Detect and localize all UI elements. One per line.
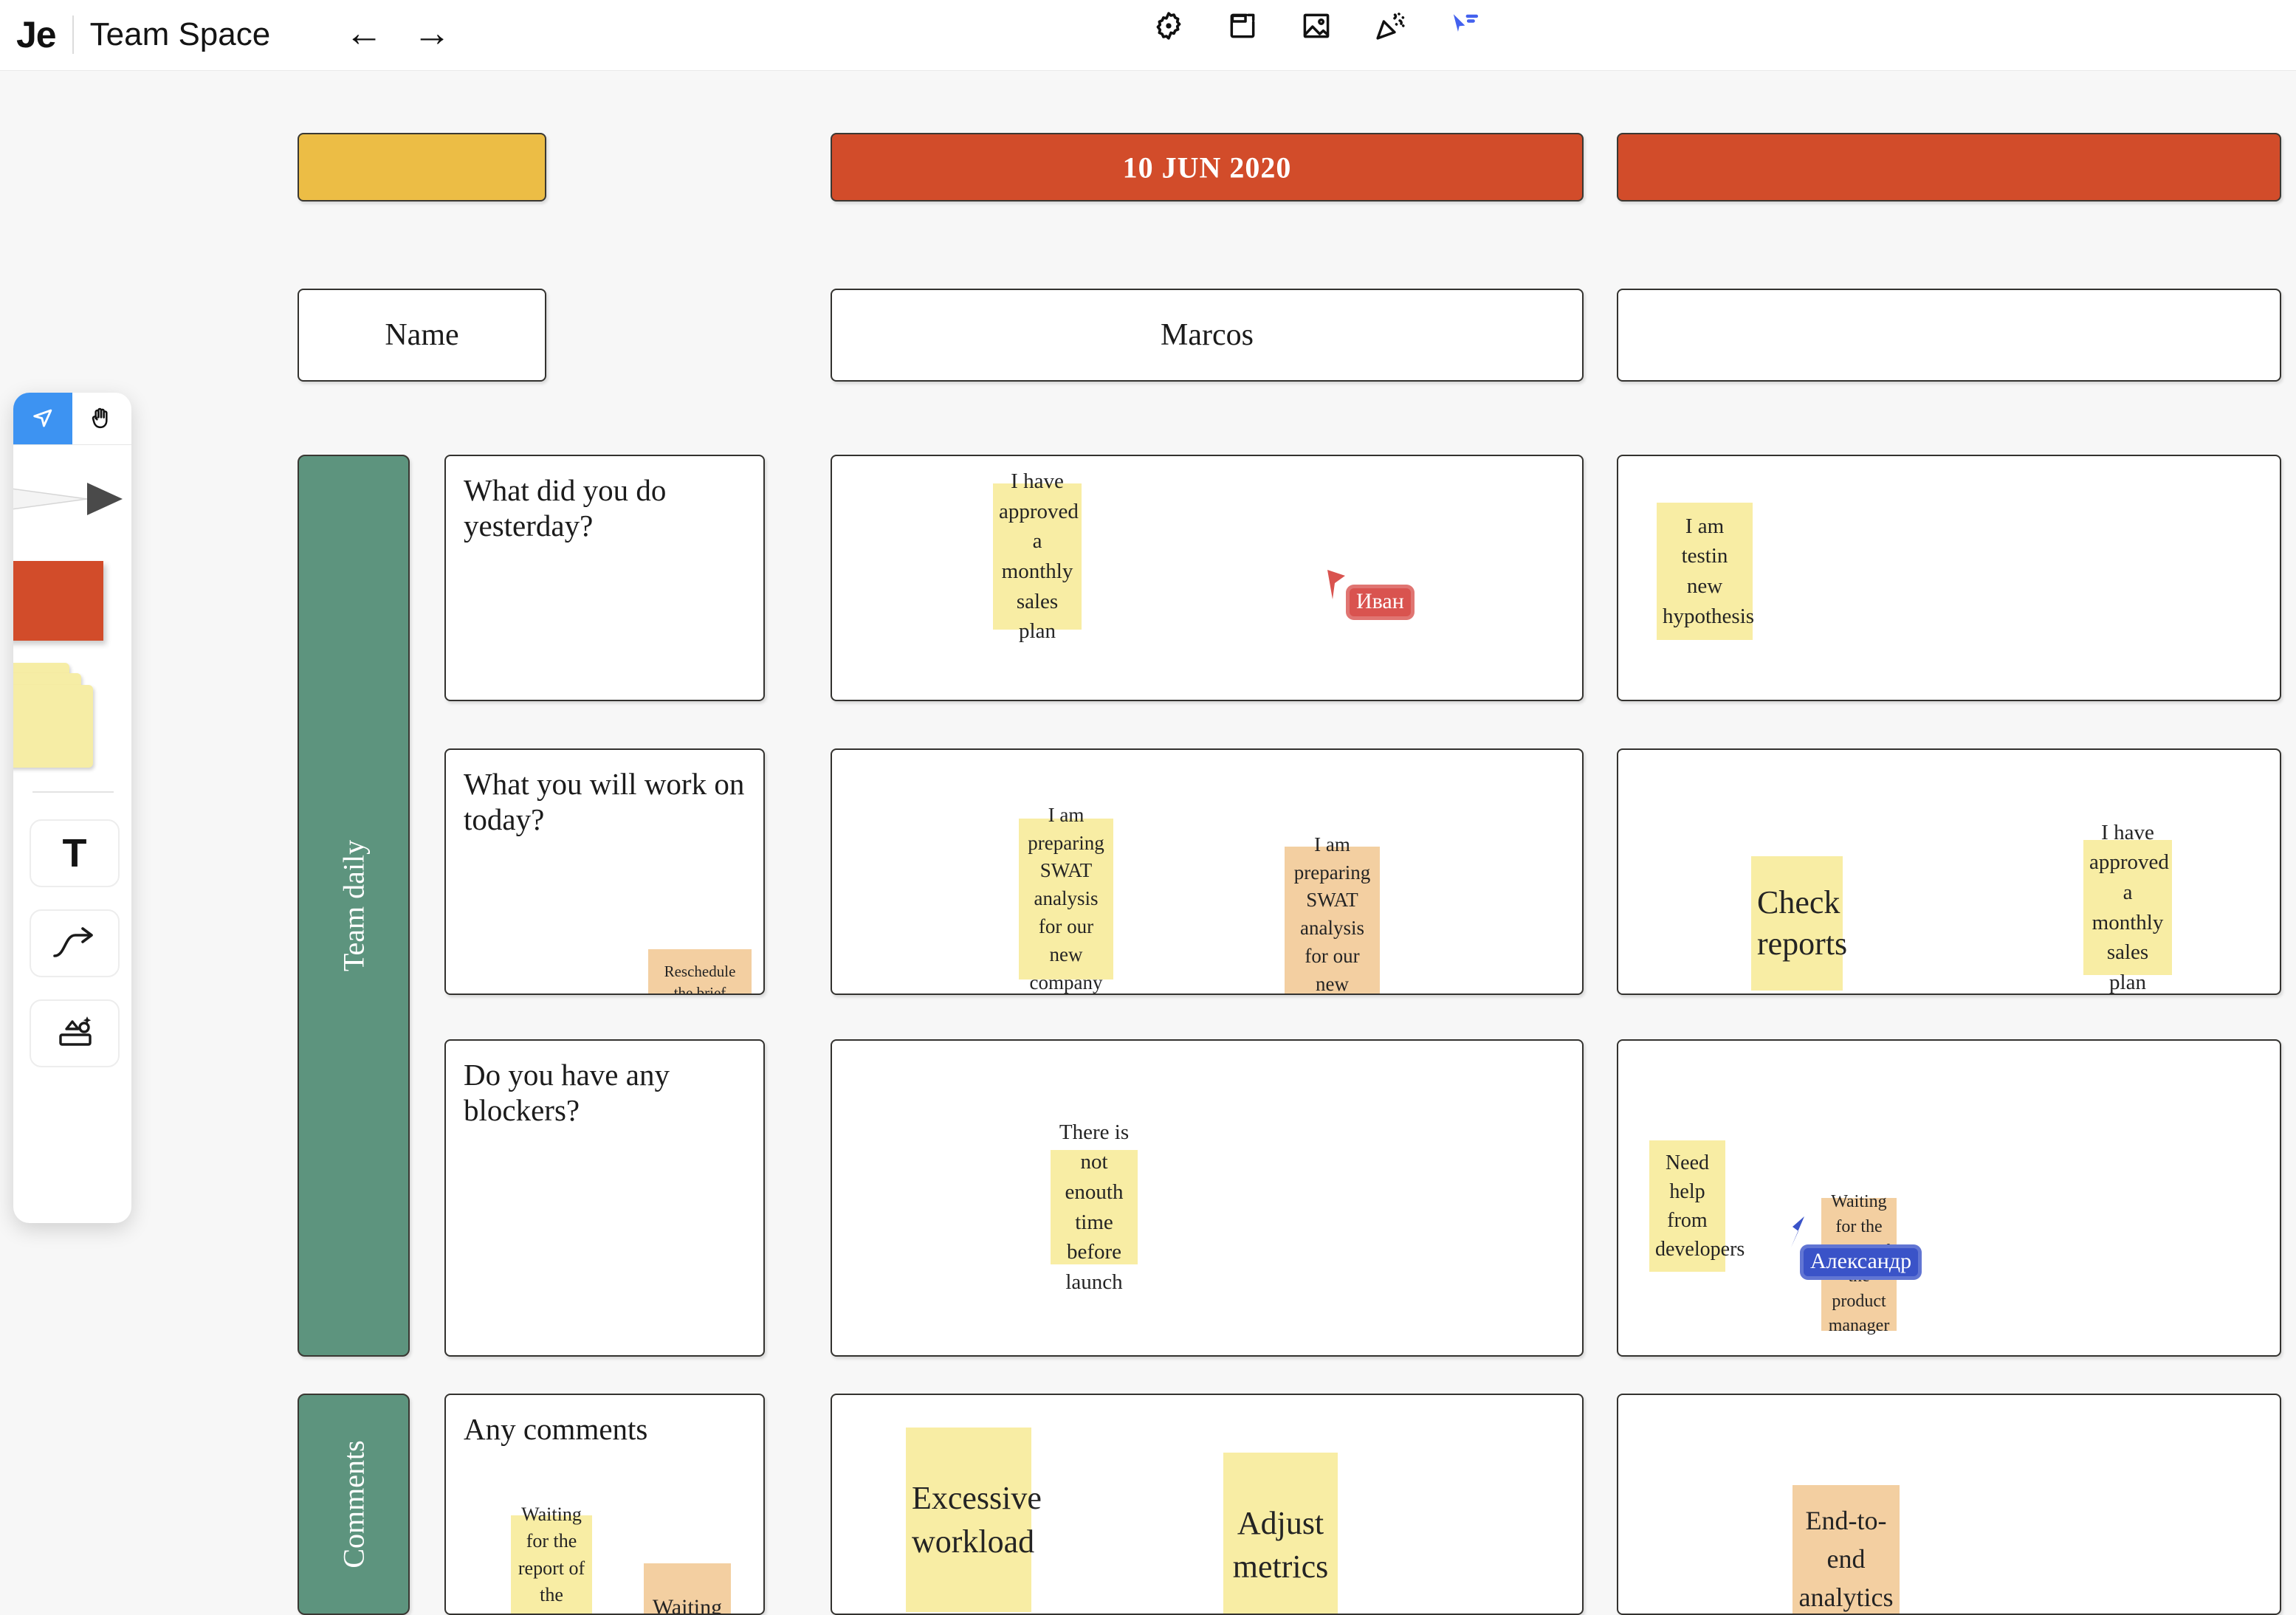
sticky-note-text: I am testin new hypothesis [1663,514,1755,628]
sticky-note-text: Adjust metrics [1232,1504,1329,1585]
sticky-note[interactable]: I have approved a monthly sales plan [2083,821,2172,994]
answer-cell-marcos-row4[interactable]: Excessive workload Adjust metrics [831,1394,1584,1615]
name-cell-3[interactable] [1617,289,2281,382]
cursor-label-aleksandr: Александр [1800,1244,1922,1280]
sticky-note[interactable]: There is not enouth time before launch [1051,1120,1138,1294]
answer-cell-marcos-row1[interactable]: I have approved a monthly sales plan Ива… [831,455,1584,701]
sticky-note[interactable]: Check reports [1751,856,1848,991]
arrow-tool-button[interactable] [30,909,120,977]
tool-panel-divider [13,444,131,445]
sticky-note-text: Check reports [1757,884,1848,962]
brand-area: Je Team Space [16,12,270,58]
sticky-note-text: I have approved a monthly sales plan [999,469,1079,644]
answer-cell-col3-row3[interactable]: Need help from developers Waiting for th… [1617,1039,2281,1357]
top-bar: Je Team Space ← → [0,0,2296,71]
question-cell-row1[interactable]: What did you do yesterday? [444,455,765,701]
sticky-note[interactable]: Waiting for the report of the product ma… [511,1504,592,1614]
pencil-tool-icon[interactable] [13,461,123,543]
tool-panel-separator [32,791,114,793]
party-popper-icon[interactable] [1372,7,1409,44]
sticky-note[interactable]: I am preparing SWAT analysis for our new… [1285,833,1380,994]
name-cell-1[interactable]: Name [298,289,546,382]
column-header-2-text: 10 JUN 2020 [1122,151,1292,184]
select-cursor-icon[interactable] [13,393,72,444]
question-text-3: Do you have any blockers? [464,1058,670,1128]
section-label-team-daily[interactable]: Team daily [298,455,410,1357]
app-logo[interactable]: Je [16,16,72,53]
answer-cell-col3-row2[interactable]: Check reports I have approved a monthly … [1617,748,2281,995]
sticky-note[interactable]: Need help from developers [1649,1140,1745,1272]
left-tool-panel[interactable]: T [13,393,131,1223]
forward-arrow-icon[interactable]: → [408,10,456,56]
answer-cell-col3-row4[interactable]: End-to-end analytics [1617,1394,2281,1615]
sticky-note-text: Waiting for the report of the product ma… [518,1503,585,1614]
section-label-comments-text: Comments [337,1440,371,1568]
sticky-note[interactable]: I have approved a monthly sales plan [993,469,1082,643]
question-text-1: What did you do yesterday? [464,473,667,543]
sticky-note-text: End-to-end analytics [1798,1505,1894,1613]
answer-cell-marcos-row2[interactable]: I am preparing SWAT analysis for our new… [831,748,1584,995]
column-header-3[interactable] [1617,133,2281,202]
column-header-1[interactable] [298,133,546,202]
board-canvas[interactable]: 10 JUN 2020 Name Marcos Team daily Comme… [0,70,2296,1615]
hand-pan-icon[interactable] [72,393,131,444]
sticky-note-text: Excessive workload [912,1479,1042,1560]
frame-icon[interactable] [1224,7,1261,44]
sticky-note-text: I am preparing SWAT analysis for our new… [1028,803,1104,994]
sticky-note[interactable]: Reschedule the brief [648,949,752,995]
sticky-note[interactable]: Adjust metrics [1223,1453,1338,1614]
name-cell-2[interactable]: Marcos [831,289,1584,382]
section-label-team-daily-text: Team daily [337,839,371,972]
sticky-note-text: Need help from developers [1655,1151,1745,1261]
back-arrow-icon[interactable]: ← [340,10,388,56]
sticky-note[interactable]: I am preparing SWAT analysis for our new… [1019,804,1113,994]
sticky-note-tool[interactable] [13,663,109,769]
sticky-note[interactable]: I am testin new hypothesis [1657,503,1755,640]
color-swatch-red[interactable] [13,561,103,641]
sticky-note-text: Waiting [652,1595,723,1615]
question-cell-row2[interactable]: What you will work on today? Reschedule … [444,748,765,995]
name-cell-2-text: Marcos [1161,318,1254,352]
sticky-note-text: There is not enouth time before launch [1059,1120,1130,1294]
image-icon[interactable] [1298,7,1335,44]
section-label-comments[interactable]: Comments [298,1394,410,1615]
sticky-note[interactable]: Excessive workload [906,1428,1042,1612]
answer-cell-col3-row1[interactable]: I am testin new hypothesis [1617,455,2281,701]
sticky-note[interactable]: Waiting [644,1563,731,1615]
column-header-2[interactable]: 10 JUN 2020 [831,133,1584,202]
cursor-label-ivan: Иван [1346,585,1415,620]
question-cell-row3[interactable]: Do you have any blockers? [444,1039,765,1357]
sticky-note-text: Reschedule the brief [664,962,736,995]
tool-mode-row [13,393,131,444]
gear-icon[interactable] [1150,7,1187,44]
text-tool-button[interactable]: T [30,819,120,887]
name-cell-1-text: Name [385,318,459,352]
sticky-note-text: I am preparing SWAT analysis for our new… [1293,833,1371,995]
question-text-2: What you will work on today? [464,767,745,837]
space-title[interactable]: Team Space [74,16,271,53]
answer-cell-marcos-row3[interactable]: There is not enouth time before launch [831,1039,1584,1357]
shape-tool-button[interactable] [30,999,120,1067]
question-cell-row4[interactable]: Any comments Waiting for the report of t… [444,1394,765,1615]
question-text-4: Any comments [464,1412,648,1446]
top-toolbar-icons [1150,7,1482,44]
cursor-presence-icon[interactable] [1446,7,1482,44]
sticky-note-text: I have approved a monthly sales plan [2089,820,2169,994]
sticky-note[interactable]: End-to-end analytics [1793,1485,1900,1614]
